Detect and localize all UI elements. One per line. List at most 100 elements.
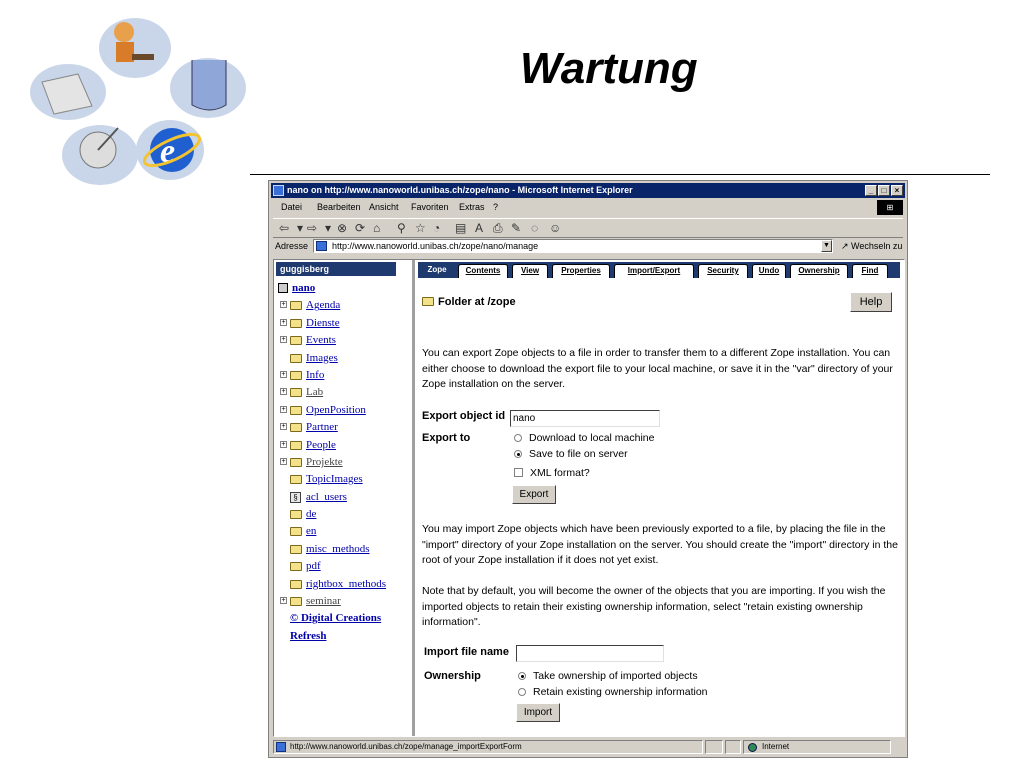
- search-icon[interactable]: ⚲: [397, 221, 406, 235]
- expand-icon[interactable]: +: [280, 318, 287, 326]
- tree-item-label[interactable]: Dienste: [306, 315, 340, 332]
- tree-item-agenda[interactable]: + Agenda: [276, 297, 410, 314]
- tab-ownership[interactable]: Ownership: [790, 264, 848, 278]
- tree-item-en[interactable]: en: [276, 523, 410, 540]
- tree-item-label[interactable]: TopicImages: [306, 471, 363, 488]
- go-button[interactable]: ↗ Wechseln zu: [841, 241, 902, 252]
- tree-item-label[interactable]: de: [306, 506, 316, 523]
- edit-icon[interactable]: ✎: [511, 221, 521, 235]
- tab-find[interactable]: Find: [852, 264, 888, 278]
- tree-item-label[interactable]: Agenda: [306, 297, 340, 314]
- tree-item-openposition[interactable]: + OpenPosition: [276, 402, 410, 419]
- expand-icon[interactable]: +: [280, 388, 287, 396]
- expand-icon[interactable]: +: [280, 301, 287, 309]
- tree-item-misc-methods[interactable]: misc_methods: [276, 541, 410, 558]
- tree-item-label[interactable]: en: [306, 523, 316, 540]
- retain-ownership-option[interactable]: Retain existing ownership information: [518, 686, 708, 698]
- import-file-input[interactable]: [516, 645, 664, 662]
- messenger-icon[interactable]: ☺: [549, 221, 561, 235]
- expand-icon[interactable]: +: [280, 457, 287, 465]
- tree-item-partner[interactable]: + Partner: [276, 419, 410, 436]
- tree-item-label[interactable]: Partner: [306, 419, 338, 436]
- expand-icon[interactable]: +: [280, 405, 287, 413]
- help-button[interactable]: Help: [850, 292, 892, 312]
- retain-ownership-radio[interactable]: [518, 688, 526, 696]
- maximize-button[interactable]: □: [878, 185, 890, 196]
- menu-help[interactable]: ?: [493, 202, 498, 212]
- expand-icon[interactable]: +: [280, 440, 287, 448]
- tree-item-topicimages[interactable]: TopicImages: [276, 471, 410, 488]
- refresh-icon[interactable]: ⟳: [355, 221, 365, 235]
- menu-bearbeiten[interactable]: Bearbeiten: [317, 202, 361, 212]
- forward-dropdown-icon[interactable]: ▾: [325, 221, 331, 235]
- import-button[interactable]: Import: [516, 703, 560, 722]
- menu-extras[interactable]: Extras: [459, 202, 485, 212]
- tree-item-label[interactable]: seminar: [306, 593, 341, 610]
- discuss-icon[interactable]: ◌: [531, 221, 538, 235]
- tree-item-dienste[interactable]: + Dienste: [276, 315, 410, 332]
- tree-item-images[interactable]: Images: [276, 350, 410, 367]
- stop-icon[interactable]: ⊗: [337, 221, 347, 235]
- xml-format-option[interactable]: XML format?: [514, 467, 590, 479]
- tree-item-label[interactable]: People: [306, 437, 336, 454]
- tree-item-lab[interactable]: + Lab: [276, 384, 410, 401]
- expand-icon[interactable]: +: [280, 597, 287, 605]
- forward-icon[interactable]: ⇨: [307, 221, 317, 235]
- tree-item-seminar[interactable]: + seminar: [276, 593, 410, 610]
- tree-item-projekte[interactable]: + Projekte: [276, 454, 410, 471]
- tree-item-label[interactable]: rightbox_methods: [306, 576, 386, 593]
- xml-checkbox[interactable]: [514, 468, 523, 477]
- expand-icon[interactable]: +: [280, 423, 287, 431]
- back-dropdown-icon[interactable]: ▾: [297, 221, 303, 235]
- tree-item-label[interactable]: Lab: [306, 384, 323, 401]
- copyright-link[interactable]: © Digital Creations: [276, 610, 410, 627]
- tab-view[interactable]: View: [512, 264, 548, 278]
- export-id-input[interactable]: nano: [510, 410, 660, 427]
- home-icon[interactable]: ⌂: [373, 221, 380, 235]
- channels-icon[interactable]: ▤: [455, 221, 466, 235]
- expand-icon[interactable]: +: [280, 370, 287, 378]
- export-server-option[interactable]: Save to file on server: [514, 448, 628, 460]
- minimize-button[interactable]: _: [865, 185, 877, 196]
- server-radio[interactable]: [514, 450, 522, 458]
- tab-security[interactable]: Security: [698, 264, 748, 278]
- menu-datei[interactable]: Datei: [281, 202, 302, 212]
- tree-item-info[interactable]: + Info: [276, 367, 410, 384]
- tree-item-label[interactable]: pdf: [306, 558, 321, 575]
- tab-properties[interactable]: Properties: [552, 264, 610, 278]
- menu-favoriten[interactable]: Favoriten: [411, 202, 449, 212]
- refresh-link[interactable]: Refresh: [276, 628, 410, 645]
- address-input[interactable]: http://www.nanoworld.unibas.ch/zope/nano…: [313, 239, 833, 253]
- tree-item-events[interactable]: + Events: [276, 332, 410, 349]
- copyright-label[interactable]: © Digital Creations: [290, 610, 381, 627]
- expand-icon[interactable]: +: [280, 336, 287, 344]
- export-download-option[interactable]: Download to local machine: [514, 432, 655, 444]
- close-button[interactable]: ×: [891, 185, 903, 196]
- tab-contents[interactable]: Contents: [458, 264, 508, 278]
- tree-item-de[interactable]: de: [276, 506, 410, 523]
- tree-item-label[interactable]: misc_methods: [306, 541, 370, 558]
- menu-ansicht[interactable]: Ansicht: [369, 202, 399, 212]
- tab-undo[interactable]: Undo: [752, 264, 786, 278]
- tree-root[interactable]: nano: [276, 280, 410, 297]
- tree-item-pdf[interactable]: pdf: [276, 558, 410, 575]
- tree-item-label[interactable]: acl_users: [306, 489, 347, 506]
- history-icon[interactable]: ◔: [433, 221, 440, 235]
- favorites-icon[interactable]: ☆: [415, 221, 426, 235]
- refresh-label[interactable]: Refresh: [290, 628, 326, 645]
- take-ownership-option[interactable]: Take ownership of imported objects: [518, 670, 698, 682]
- tree-item-label[interactable]: Info: [306, 367, 324, 384]
- export-button[interactable]: Export: [512, 485, 556, 504]
- download-radio[interactable]: [514, 434, 522, 442]
- address-dropdown-icon[interactable]: ▼: [821, 240, 832, 252]
- tree-item-acl-users[interactable]: § acl_users: [276, 489, 410, 506]
- tree-item-rightbox-methods[interactable]: rightbox_methods: [276, 576, 410, 593]
- tree-item-label[interactable]: OpenPosition: [306, 402, 366, 419]
- tree-root-label[interactable]: nano: [292, 280, 315, 297]
- back-icon[interactable]: ⇦: [279, 221, 289, 235]
- tree-item-people[interactable]: + People: [276, 437, 410, 454]
- take-ownership-radio[interactable]: [518, 672, 526, 680]
- tree-item-label[interactable]: Events: [306, 332, 336, 349]
- fonts-icon[interactable]: A: [475, 221, 483, 235]
- tab-import-export[interactable]: Import/Export: [614, 264, 694, 278]
